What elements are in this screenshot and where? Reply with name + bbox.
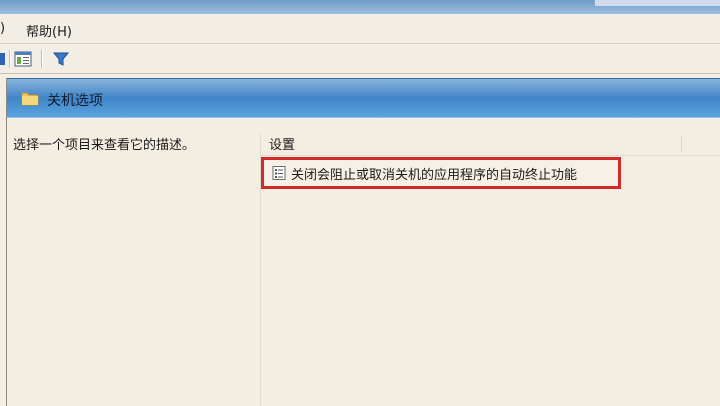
- header-band: 关机选项: [7, 78, 720, 118]
- column-header-label: 设置: [269, 138, 296, 153]
- folder-icon: [21, 90, 39, 106]
- nav-icon[interactable]: [0, 50, 5, 68]
- window-caption-edge: [594, 0, 720, 6]
- toolbar-separator: [9, 50, 10, 68]
- filter-icon[interactable]: [52, 50, 70, 68]
- description-pane: 选择一个项目来查看它的描述。: [7, 118, 261, 406]
- list-item-label: 关闭会阻止或取消关机的应用程序的自动终止功能: [291, 168, 578, 183]
- content-frame: 关机选项 选择一个项目来查看它的描述。 设置 关闭会阻止或取消关机的应用程序的自…: [6, 78, 720, 406]
- show-hide-pane-icon[interactable]: [14, 50, 32, 68]
- menu-bar: ) 帮助(H): [0, 14, 720, 44]
- policy-setting-icon: [272, 166, 286, 180]
- column-header[interactable]: 设置: [261, 130, 720, 156]
- menu-item-help[interactable]: 帮助(H): [26, 21, 72, 40]
- settings-list: 设置 关闭会阻止或取消关机的应用程序的自动终止功能: [261, 118, 720, 406]
- list-item[interactable]: 关闭会阻止或取消关机的应用程序的自动终止功能: [261, 157, 621, 189]
- menu-item-partial[interactable]: ): [0, 21, 5, 36]
- page-title: 关机选项: [47, 93, 103, 109]
- toolbar-separator: [41, 50, 42, 68]
- toolbar: [0, 44, 720, 74]
- description-text: 选择一个项目来查看它的描述。: [13, 138, 196, 153]
- column-divider[interactable]: [681, 136, 682, 152]
